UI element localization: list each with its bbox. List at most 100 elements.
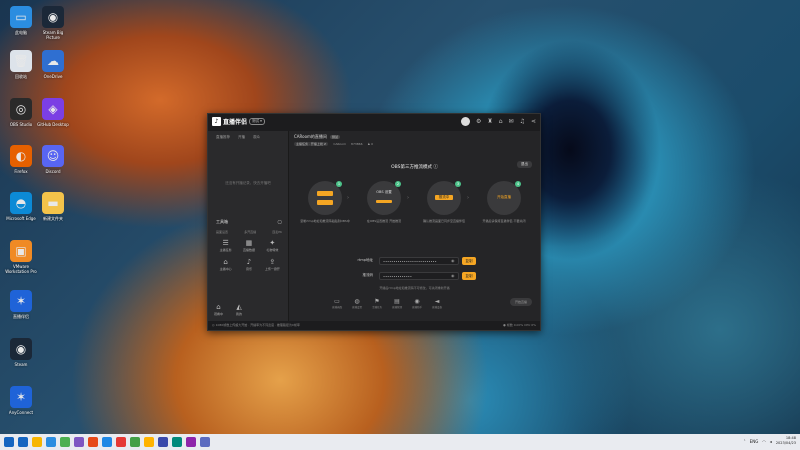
app-name: 直播伴侣 (223, 119, 248, 126)
bottom-toolbar-item[interactable]: ▤ 直播管理 (387, 298, 407, 309)
taskbar-app-icon[interactable] (88, 437, 98, 447)
tool-label: 主播中心 (219, 267, 232, 271)
tool-item[interactable]: ▦ 直播数据 (237, 239, 260, 252)
subtab-screen[interactable]: 画面设置 (216, 230, 228, 234)
taskbar-app-icon[interactable] (186, 437, 196, 447)
title-bar[interactable]: ♪ 直播伴侣 测试 ▾ ⚙ ♜ ⌂ ✉ ♫ ⋖ (208, 114, 540, 131)
avatar[interactable] (460, 117, 470, 126)
bottom-toolbar-item[interactable]: ◍ 直播设置 (347, 298, 367, 309)
user-icon: ◭ (236, 303, 242, 311)
tool-item[interactable]: ♪ 音乐 (237, 258, 260, 271)
desktop-icon[interactable]: ✶ AnyConnect (4, 386, 38, 415)
tab-recommend[interactable]: 直播推荐 (216, 135, 230, 140)
version-badge[interactable]: 测试 ▾ (249, 118, 265, 125)
screen-icon: ▭ (334, 297, 340, 305)
tiktok-logo-icon: ♪ (212, 117, 221, 126)
settings-icon: ◍ (354, 297, 360, 305)
desktop-icon[interactable]: ◎ OBS Studio (4, 98, 38, 127)
desktop-icon-label: OneDrive (43, 74, 63, 79)
app-logo: ♪ 直播伴侣 测试 ▾ (212, 117, 265, 126)
tab-live[interactable]: 开播 (238, 135, 245, 140)
taskbar-app-icon[interactable] (130, 437, 140, 447)
taskbar-app-icon[interactable] (74, 437, 84, 447)
wifi-icon[interactable]: ◠ (762, 439, 766, 444)
desktop-icon[interactable]: ▣ VMware Workstation Pro (4, 240, 38, 274)
manage-icon: ▤ (394, 297, 400, 305)
eye-icon[interactable]: ◉ (451, 272, 455, 280)
toolbox-more-icon[interactable]: ◯ (278, 219, 282, 225)
desktop-icon-label: 新建文件夹 (43, 216, 63, 221)
network-icon: ✶ (10, 290, 32, 312)
desktop-icon[interactable]: ✶ 直播伴侣 (4, 290, 38, 319)
rtmp-input[interactable]: •••••••••••••••••••••••••• (379, 257, 459, 265)
gift-icon[interactable]: ♜ (487, 118, 492, 125)
room-fans: ♟ 0 (367, 142, 374, 146)
chevron-up-icon[interactable]: ˄ (744, 439, 746, 444)
share-icon[interactable]: ⋖ (531, 118, 536, 125)
camera-icon: ◄ (434, 297, 440, 305)
taskbar-app-icon[interactable] (144, 437, 154, 447)
exit-button[interactable]: 退出 (517, 161, 532, 168)
room-number: 873866 (351, 142, 363, 146)
step-1-bar (317, 200, 333, 205)
tab-audience[interactable]: 观众 (253, 135, 260, 140)
desktop-icon[interactable]: 🗑 回收站 (4, 50, 38, 79)
bottom-toolbar-item[interactable]: ⚑ 主播任务 (367, 298, 387, 309)
tool-item[interactable]: ⇪ 上传一键开 (261, 258, 284, 271)
room-task-chip[interactable]: 主播任务 · 开播上线 ⇄ (294, 142, 329, 146)
taskbar-app-icon[interactable] (158, 437, 168, 447)
step-2-number: 2 (395, 181, 401, 187)
helper-icon: ◉ (414, 297, 420, 305)
tool-label: 观看中 (214, 312, 224, 316)
desktop-icon[interactable]: ◓ Microsoft Edge (4, 192, 38, 221)
room-title: CARoom的直播间 (294, 134, 327, 139)
tool-item[interactable]: ☰ 主播任务 (214, 239, 237, 252)
arrow-icon: › (347, 195, 349, 201)
settings-icon[interactable]: ⚙ (476, 118, 481, 125)
start-icon[interactable] (4, 437, 14, 447)
desktop-icon[interactable]: ☺ Discord (36, 145, 70, 174)
taskbar-app-icon[interactable] (60, 437, 70, 447)
left-bottom-item[interactable]: ◭ 我的 (235, 303, 243, 316)
desktop-icon-label: Microsoft Edge (6, 216, 36, 221)
toolbox-subtabs: 画面设置 多开直播 连麦PK (216, 230, 282, 234)
discord-icon: ☺ (42, 145, 64, 167)
left-bottom-item[interactable]: ⌂ 观看中 (214, 303, 223, 316)
taskbar-app-icon[interactable] (18, 437, 28, 447)
copy-key-button[interactable]: 复制 (462, 272, 476, 280)
steam-icon: ◉ (10, 338, 32, 360)
desktop-icon[interactable]: ◉ Steam (4, 338, 38, 367)
arrow-icon: › (407, 195, 409, 201)
desktop-icon-label: 回收站 (15, 74, 27, 79)
language-indicator[interactable]: ENG (750, 439, 759, 444)
copy-rtmp-button[interactable]: 复制 (462, 257, 476, 265)
desktop-icon[interactable]: ◉ Steam Big Picture (36, 6, 70, 40)
desktop-icon[interactable]: ◈ GitHub Desktop (36, 98, 70, 127)
taskbar-app-icon[interactable] (32, 437, 42, 447)
taskbar-app-icon[interactable] (200, 437, 210, 447)
eye-icon[interactable]: ◉ (451, 257, 455, 265)
bottom-toolbar-item[interactable]: ◉ 直播助手 (407, 298, 427, 309)
taskbar-app-icon[interactable] (102, 437, 112, 447)
clock[interactable]: 18:48 2023/04/23 (776, 436, 796, 446)
subtab-pk[interactable]: 连麦PK (272, 230, 282, 234)
desktop-icon[interactable]: ▭ 此电脑 (4, 6, 38, 35)
bell-icon[interactable]: ♫ (520, 118, 525, 125)
start-live-button[interactable]: 开始直播 (510, 298, 532, 306)
bottom-toolbar-item[interactable]: ◄ 直播设备 (427, 298, 447, 309)
shopping-icon[interactable]: ⌂ (499, 118, 503, 125)
taskbar-app-icon[interactable] (172, 437, 182, 447)
edge-icon: ◓ (10, 192, 32, 214)
taskbar-app-icon[interactable] (46, 437, 56, 447)
message-icon[interactable]: ✉ (509, 118, 514, 125)
taskbar-app-icon[interactable] (116, 437, 126, 447)
tool-item[interactable]: ✦ 礼物特效 (261, 239, 284, 252)
subtab-multi[interactable]: 多开直播 (244, 230, 256, 234)
desktop-icon[interactable]: ☁ OneDrive (36, 50, 70, 79)
desktop-icon[interactable]: ◐ Firefox (4, 145, 38, 174)
desktop-icon[interactable]: ▬ 新建文件夹 (36, 192, 70, 221)
volume-icon[interactable]: ◂ (770, 439, 772, 444)
bottom-toolbar-item[interactable]: ▭ 直播画面 (327, 298, 347, 309)
stream-key-input[interactable]: •••••••••••••• (379, 272, 459, 280)
tool-item[interactable]: ⌂ 主播中心 (214, 258, 237, 271)
